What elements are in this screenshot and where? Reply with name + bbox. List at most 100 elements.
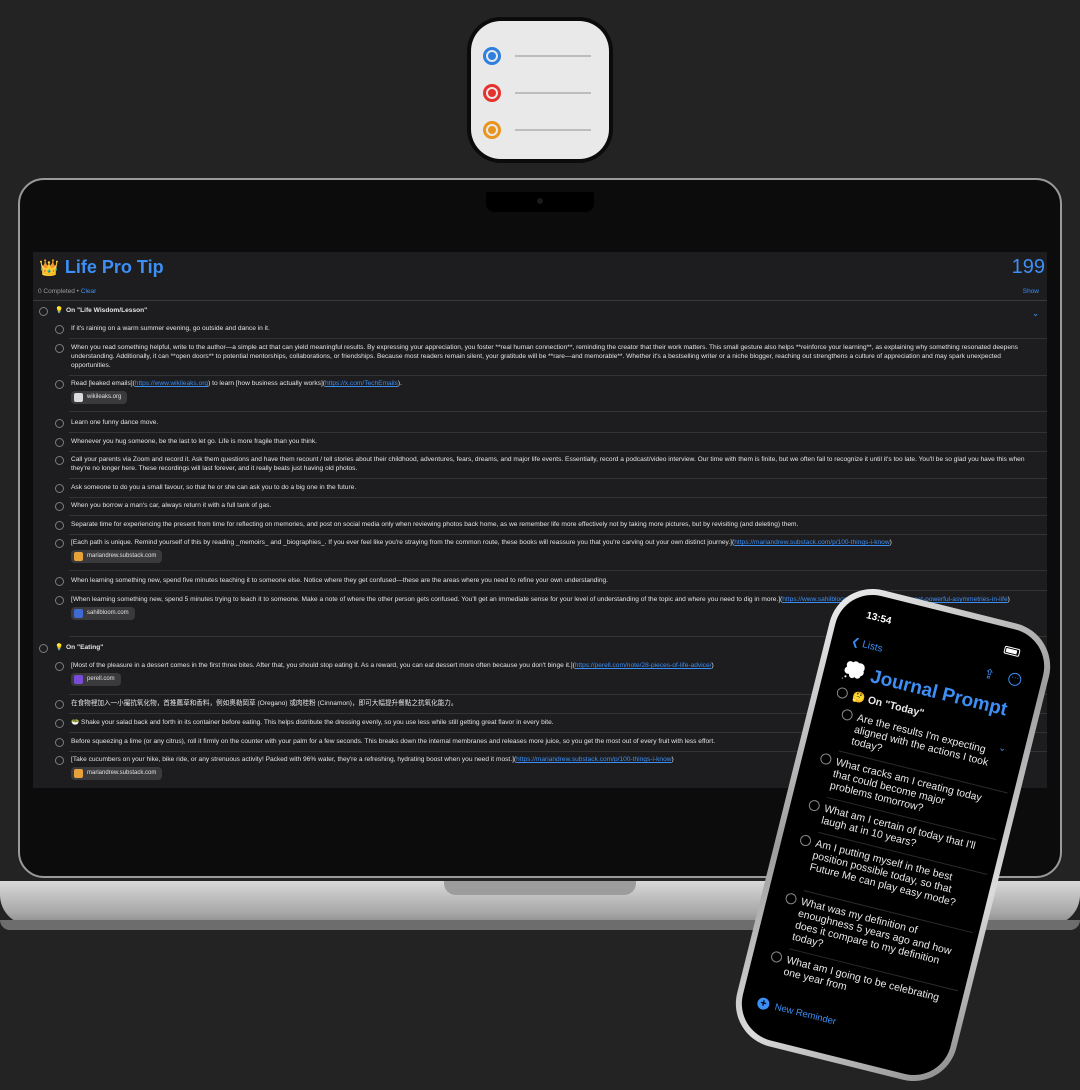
complete-checkbox[interactable] (55, 539, 64, 548)
status-time: 13:54 (864, 610, 893, 628)
list-row-orange (483, 121, 591, 139)
complete-checkbox[interactable] (55, 662, 64, 671)
row-divider (69, 451, 1047, 452)
complete-checkbox[interactable] (55, 438, 64, 447)
bullet-separator: • (76, 288, 79, 295)
clear-button[interactable]: Clear (81, 288, 97, 295)
reminder-text: Ask someone to do you a small favour, so… (71, 484, 357, 491)
complete-checkbox[interactable] (55, 456, 64, 465)
url-link[interactable]: https://www.wikileaks.org (135, 380, 208, 387)
text-segment: ). (397, 380, 402, 387)
text-segment: [Most of the pleasure in a dessert comes… (71, 662, 575, 669)
text-segment: ) (1007, 596, 1010, 603)
url-link[interactable]: https://perell.com/note/28-pieces-of-lif… (575, 662, 712, 669)
row-divider (69, 432, 1047, 433)
complete-checkbox[interactable] (835, 686, 850, 700)
reminder-text: Call your parents via Zoom and record it… (71, 456, 1025, 472)
lightbulb-icon: 💡 (55, 307, 64, 314)
laptop-opening-groove (444, 881, 636, 895)
link-preview-chip[interactable]: perell.com (71, 673, 121, 686)
row-divider (69, 534, 1047, 535)
complete-checkbox[interactable] (55, 756, 64, 765)
complete-checkbox[interactable] (55, 700, 64, 709)
wikileaks-favicon-icon (74, 393, 83, 402)
reminder-text: When learning something new, spend five … (71, 577, 608, 584)
section-label: On "Life Wisdom/Lesson" (66, 307, 148, 314)
link-preview-chip[interactable]: mariandrew.substack.com (71, 550, 163, 563)
reminder-text: Learn one funny dance move. (71, 419, 159, 426)
text-segment: ) (889, 539, 892, 546)
reminders-app-icon (467, 17, 613, 163)
substack-favicon-icon (74, 552, 83, 561)
substack-favicon-icon (74, 769, 83, 778)
url-link[interactable]: https://x.com/TechEmails (325, 380, 398, 387)
crown-emoji-icon: 👑 (39, 259, 59, 277)
perell-favicon-icon (74, 675, 83, 684)
reminder-text: Separate time for experiencing the prese… (71, 521, 799, 528)
blue-dot-icon (483, 47, 501, 65)
text-segment: ) to learn [how business actually works]… (208, 380, 325, 387)
complete-checkbox[interactable] (55, 738, 64, 747)
link-preview-chip[interactable]: mariandrew.substack.com (71, 767, 163, 780)
header-divider (33, 300, 1047, 301)
complete-checkbox[interactable] (55, 719, 64, 728)
complete-checkbox[interactable] (798, 833, 813, 848)
row-divider (69, 497, 1047, 498)
reminder-text: If it's raining on a warm summer evening… (71, 325, 270, 332)
reminder-text: When you borrow a man's car, always retu… (71, 502, 272, 509)
complete-checkbox[interactable] (55, 596, 64, 605)
camera-icon (537, 198, 543, 204)
complete-checkbox[interactable] (39, 307, 48, 316)
reminder-count: 199 (1011, 256, 1045, 278)
row-divider (69, 478, 1047, 479)
share-icon[interactable]: ⇪ (982, 665, 997, 682)
complete-checkbox[interactable] (55, 380, 64, 389)
text-segment: Read [leaked emails]( (71, 380, 135, 387)
complete-checkbox[interactable] (55, 419, 64, 428)
complete-checkbox[interactable] (55, 344, 64, 353)
more-options-icon[interactable]: ··· (1006, 671, 1023, 688)
complete-checkbox[interactable] (807, 798, 821, 813)
row-divider (69, 411, 1047, 412)
complete-checkbox[interactable] (840, 708, 854, 722)
thought-bubble-icon: 💭 (840, 659, 869, 686)
chevron-down-icon[interactable]: ⌄ (1032, 309, 1039, 318)
orange-dot-icon (483, 121, 501, 139)
completed-status: 0 Completed • Clear (38, 288, 96, 295)
list-row-red (483, 84, 591, 102)
dynamic-island (912, 620, 973, 650)
complete-checkbox[interactable] (819, 752, 833, 766)
chip-label: sahilbloom.com (87, 610, 129, 616)
complete-checkbox[interactable] (769, 950, 784, 964)
complete-checkbox[interactable] (55, 325, 64, 334)
show-completed-button[interactable]: Show (1023, 288, 1039, 295)
link-preview-chip[interactable]: wikileaks.org (71, 391, 128, 404)
text-segment: ) (711, 662, 714, 669)
back-label: Lists (861, 639, 884, 655)
chip-label: mariandrew.substack.com (87, 770, 157, 776)
list-header: 👑 Life Pro Tip (39, 257, 164, 278)
complete-checkbox[interactable] (784, 892, 798, 906)
complete-checkbox[interactable] (55, 577, 64, 586)
row-divider (69, 515, 1047, 516)
complete-checkbox[interactable] (55, 521, 64, 530)
url-link[interactable]: https://mariandrew.substack.com/p/100-th… (516, 756, 671, 763)
chip-label: wikileaks.org (87, 394, 122, 400)
complete-checkbox[interactable] (55, 502, 64, 511)
completed-count: 0 Completed (38, 288, 75, 295)
chip-label: mariandrew.substack.com (87, 553, 157, 559)
new-reminder-label: New Reminder (773, 1001, 838, 1028)
text-segment: [Take cucumbers on your hike, bike ride,… (71, 756, 517, 763)
link-preview-chip[interactable]: sahilbloom.com (71, 607, 135, 620)
reminder-text: When you read something helpful, write t… (71, 344, 1018, 369)
new-reminder-button[interactable]: + New Reminder (756, 996, 837, 1027)
row-divider (69, 570, 1047, 571)
list-line (515, 55, 591, 57)
url-link[interactable]: https://mariandrew.substack.com/p/100-th… (734, 539, 889, 546)
list-title: Life Pro Tip (64, 257, 164, 277)
complete-checkbox[interactable] (39, 644, 48, 653)
back-to-lists-button[interactable]: ❮ Lists (850, 636, 883, 654)
row-divider (69, 375, 1047, 376)
reminder-text: Whenever you hug someone, be the last to… (71, 438, 317, 445)
complete-checkbox[interactable] (55, 484, 64, 493)
